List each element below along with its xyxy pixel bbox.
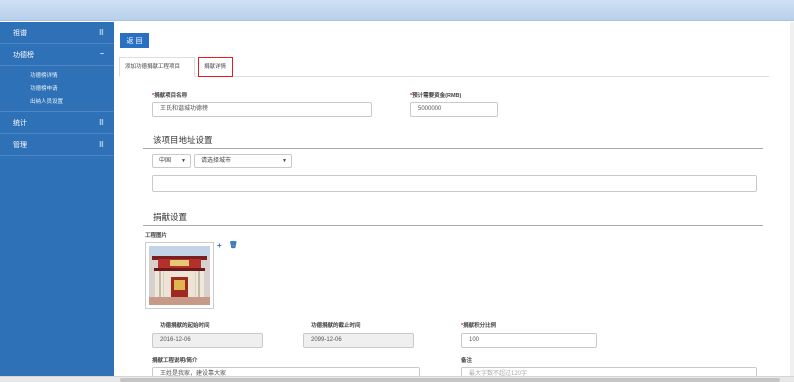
sidebar-item-label: 管理 [13,141,27,149]
start-time-input[interactable]: 2016-12-06 [152,333,263,348]
sidebar-item-label: 功德榜 [13,51,34,59]
donation-section-title: 捐献设置 [153,212,188,222]
top-header-bar [0,0,794,21]
funds-label: *预计需要资金(RMB) [410,93,462,99]
sidebar-item-genealogy[interactable]: 祖谱 ⠿ [0,22,114,44]
ratio-input[interactable]: 100 [461,333,597,348]
vertical-scrollbar[interactable] [790,22,794,376]
trash-icon[interactable]: 🗑 [229,241,238,249]
tab-add-project[interactable]: 添加功德捐献工程项目 [119,57,195,77]
tab-bar: 添加功德捐献工程项目 捐献详情 [119,57,769,77]
start-time-label: 功德捐献的起始时间 [160,323,210,329]
description-label: 捐献工程说明/简介 [152,358,198,364]
sidebar: 祖谱 ⠿ 功德榜 − 功德榜详情 功德榜申请 出纳人员设置 统计 ⠿ 管理 ⠿ [0,22,114,382]
chevron-down-icon: ▼ [282,158,287,164]
end-time-label: 功德捐献的截止时间 [311,323,361,329]
note-label: 备注 [461,358,473,364]
section-divider [143,148,763,149]
sidebar-item-label: 统计 [13,119,27,127]
country-select[interactable]: 中国 ▼ [152,154,191,168]
project-name-input[interactable]: 王氏和谐城功德榜 [152,102,372,117]
sidebar-item-merit-list[interactable]: 功德榜 − [0,44,114,66]
temple-gate-image [149,246,210,305]
grid-icon: ⠿ [98,119,104,127]
grid-icon: ⠿ [98,29,104,37]
city-select[interactable]: 请选择城市 ▼ [194,154,292,168]
project-image-label: 工程图片 [145,233,168,239]
project-image [145,242,214,309]
plus-icon[interactable]: + [217,241,222,250]
end-time-input[interactable]: 2099-12-06 [303,333,414,348]
address-section-title: 该项目地址设置 [153,135,213,145]
section-divider [143,225,763,226]
sidebar-item-label: 祖谱 [13,29,27,37]
ratio-label: *捐献积分比例 [461,323,497,329]
sidebar-item-statistics[interactable]: 统计 ⠿ [0,112,114,134]
horizontal-scrollbar[interactable] [0,376,794,382]
scrollbar-thumb[interactable] [120,378,780,382]
sidebar-subitem-cashier-settings[interactable]: 出纳人员设置 [0,96,114,109]
project-name-label: *捐献项目名称 [152,93,188,99]
grid-icon: ⠿ [98,141,104,149]
tab-donation-details[interactable]: 捐献详情 [198,57,233,77]
sidebar-submenu: 功德榜详情 功德榜申请 出纳人员设置 [0,66,114,112]
sidebar-subitem-merit-details[interactable]: 功德榜详情 [0,70,114,83]
sidebar-subitem-merit-apply[interactable]: 功德榜申请 [0,83,114,96]
chevron-down-icon: ▼ [181,158,186,164]
funds-input[interactable]: 5000000 [410,102,498,117]
back-button[interactable]: 返 回 [120,33,149,48]
main-content: 返 回 添加功德捐献工程项目 捐献详情 *捐献项目名称 王氏和谐城功德榜 *预计… [115,22,794,382]
sidebar-item-management[interactable]: 管理 ⠿ [0,134,114,156]
collapse-icon: − [99,51,104,58]
address-input[interactable] [152,175,757,192]
